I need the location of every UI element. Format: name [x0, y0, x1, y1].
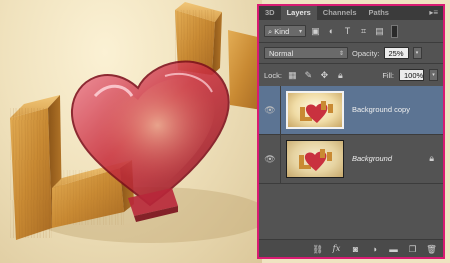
wooden-letters-and-glass-heart-image — [10, 2, 262, 243]
lock-all-icon[interactable]: 🔒︎ — [335, 70, 346, 81]
smart-object-filter-icon[interactable]: ▤ — [373, 25, 386, 38]
layer-mask-icon[interactable]: ◙ — [350, 243, 361, 255]
layer-filter-row: ⌕ Kind ▾ ▣ ◐ T ⌗ ▤ — [259, 20, 443, 42]
visibility-column: 👁︎ — [259, 135, 281, 183]
kind-filter-value: Kind — [274, 27, 290, 36]
tab-3d[interactable]: 3D — [259, 6, 281, 20]
lock-icon: 🔒︎ — [429, 153, 434, 163]
artwork-canvas — [0, 0, 262, 263]
opacity-slider-button[interactable]: ▾ — [412, 47, 422, 59]
tab-layers[interactable]: Layers — [280, 6, 317, 20]
chevron-down-icon: ▾ — [298, 29, 302, 35]
search-icon: ⌕ — [268, 27, 273, 36]
lock-position-icon[interactable]: ✥ — [319, 70, 330, 81]
eye-icon[interactable]: 👁︎ — [263, 103, 277, 117]
layer-thumbnail — [286, 91, 344, 129]
adjustment-layer-icon[interactable]: ◑ — [369, 243, 380, 255]
opacity-label: Opacity: — [352, 48, 380, 58]
blend-opacity-row: Normal ⇕ Opacity: 25% ▾ — [259, 43, 443, 63]
lock-fill-row: Lock: ▦ ✎ ✥ 🔒︎ Fill: 100% ▾ — [259, 64, 443, 86]
panel-tab-bar: 3D Layers Channels Paths ▸≡ — [259, 6, 443, 20]
layer-name[interactable]: Background — [352, 154, 392, 163]
fill-label: Fill: — [382, 70, 394, 80]
filter-toggle[interactable] — [391, 24, 398, 38]
blend-mode-dropdown[interactable]: Normal ⇕ — [264, 47, 348, 59]
kind-filter-dropdown[interactable]: ⌕ Kind ▾ — [264, 25, 306, 37]
lock-transparent-icon[interactable]: ▦ — [287, 70, 298, 81]
shape-filter-icon[interactable]: ⌗ — [357, 25, 370, 38]
panel-menu-icon[interactable]: ▸≡ — [429, 8, 438, 18]
fx-icon[interactable]: fx — [331, 243, 342, 255]
lock-image-icon[interactable]: ✎ — [303, 70, 314, 81]
layer-thumbnail — [286, 140, 344, 178]
new-layer-icon[interactable]: ❐ — [407, 243, 418, 255]
visibility-column: 👁︎ — [259, 86, 281, 134]
tab-channels[interactable]: Channels — [317, 6, 363, 20]
lock-label: Lock: — [264, 70, 282, 80]
chevron-updown-icon: ⇕ — [338, 51, 344, 57]
link-layers-icon[interactable]: ⛓︎ — [312, 243, 323, 255]
fill-slider-button[interactable]: ▾ — [429, 69, 438, 81]
layer-row-background-copy[interactable]: 👁︎ Background copy — [259, 86, 443, 135]
layer-name[interactable]: Background copy — [352, 105, 410, 114]
layers-list: 👁︎ Background copy 👁︎ Background 🔒︎ — [259, 86, 443, 238]
tab-paths[interactable]: Paths — [363, 6, 395, 20]
layer-row-background[interactable]: 👁︎ Background 🔒︎ — [259, 135, 443, 184]
layers-bottom-toolbar: ⛓︎ fx ◙ ◑ ▬ ❐ 🗑︎ — [259, 239, 443, 257]
opacity-input[interactable]: 25% — [383, 47, 409, 59]
pixel-filter-icon[interactable]: ▣ — [309, 25, 322, 38]
blend-mode-value: Normal — [269, 49, 294, 58]
eye-icon[interactable]: 👁︎ — [263, 152, 277, 166]
type-filter-icon[interactable]: T — [341, 25, 354, 38]
adjustment-filter-icon[interactable]: ◐ — [325, 25, 338, 38]
group-folder-icon[interactable]: ▬ — [388, 243, 399, 255]
fill-input[interactable]: 100% — [399, 69, 424, 81]
layers-panel: 3D Layers Channels Paths ▸≡ ⌕ Kind ▾ ▣ ◐… — [257, 4, 445, 259]
trash-icon[interactable]: 🗑︎ — [426, 243, 437, 255]
